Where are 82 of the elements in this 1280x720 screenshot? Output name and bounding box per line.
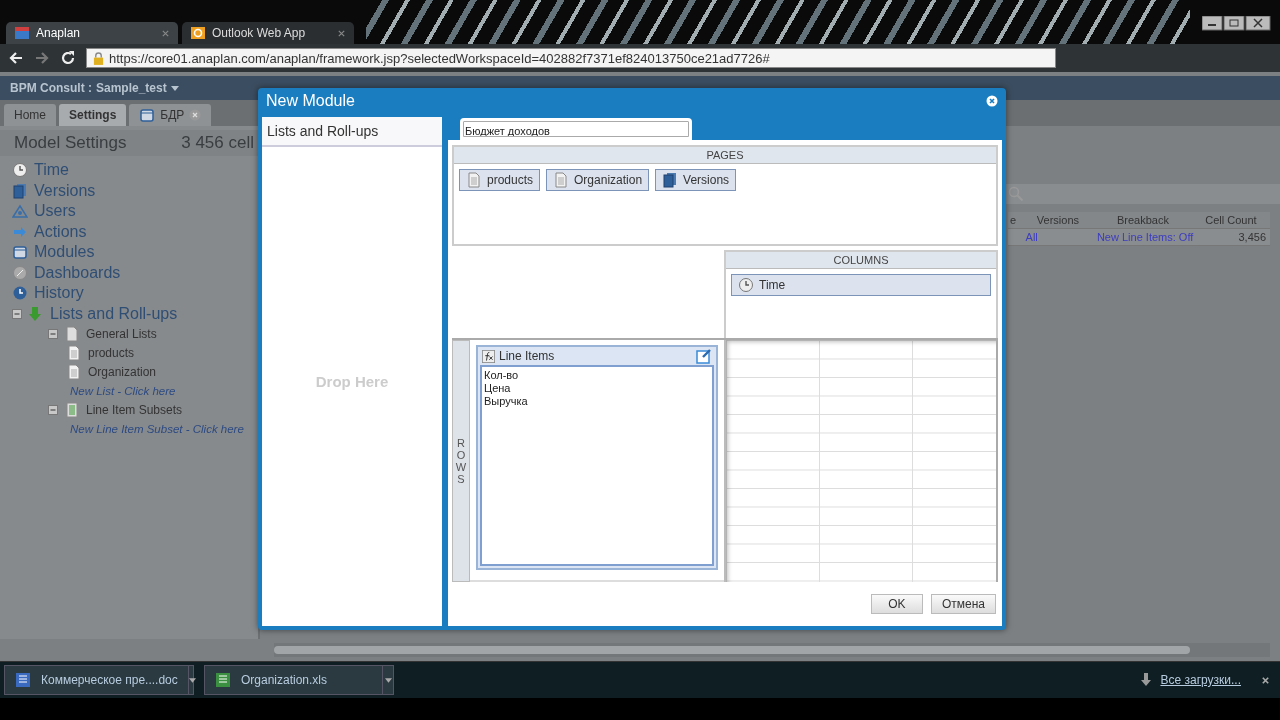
sheet-icon	[64, 401, 80, 418]
clock-icon	[738, 277, 754, 293]
cancel-button[interactable]: Отмена	[930, 594, 996, 614]
document-icon	[553, 172, 570, 188]
dimension-chip[interactable]: Versions	[655, 169, 737, 191]
line-item[interactable]: Кол-во	[484, 369, 519, 382]
formula-icon	[482, 349, 495, 363]
excel-file-icon	[215, 672, 231, 688]
tree-item[interactable]: products	[88, 345, 135, 360]
line-item[interactable]: Цена	[484, 382, 511, 395]
lock-icon	[93, 51, 104, 65]
browser-tab[interactable]: Anaplan	[6, 22, 178, 44]
tab[interactable]: БДР	[129, 104, 212, 126]
gauge-icon	[12, 264, 28, 281]
window-controls-icon[interactable]	[1202, 16, 1272, 32]
tree-item[interactable]: Dashboards	[34, 263, 121, 282]
cell-count: 3 456 cell	[181, 133, 254, 153]
panel-title: Line Items	[499, 349, 555, 363]
document-icon	[66, 344, 82, 361]
download-item[interactable]: Organization.xls	[204, 665, 394, 695]
all-downloads-link[interactable]: Все загрузки...	[1160, 673, 1241, 687]
tab[interactable]: Settings	[59, 104, 127, 126]
model-selector[interactable]: Sample_test	[96, 81, 167, 95]
section-header: PAGES	[454, 147, 996, 164]
column-header: e	[1009, 214, 1018, 226]
tree-item[interactable]: Organization	[88, 364, 157, 379]
panel-title: Model Settings	[14, 133, 127, 153]
column-header: Breakback	[1115, 214, 1170, 226]
section-header: ROWS	[452, 340, 470, 582]
dimension-chip[interactable]: Organization	[546, 169, 650, 191]
module-icon	[12, 244, 28, 261]
column-header: Versions	[1035, 214, 1080, 226]
caret-icon[interactable]	[384, 677, 392, 683]
table-cell-text: 3,456	[1237, 231, 1267, 243]
close-icon[interactable]	[337, 28, 346, 38]
dimension-chip[interactable]: Time	[731, 274, 991, 296]
tree-item[interactable]: Actions	[34, 222, 87, 241]
mail-icon	[190, 25, 206, 41]
dimension-chip[interactable]: products	[459, 169, 541, 191]
edit-icon[interactable]	[696, 348, 712, 364]
forward-icon[interactable]	[34, 50, 50, 66]
scrollbar[interactable]	[274, 643, 1270, 657]
tree-item[interactable]: Versions	[34, 181, 96, 200]
collapse-icon[interactable]	[48, 328, 58, 339]
tree-item[interactable]: Users	[34, 202, 76, 221]
close-icon[interactable]	[986, 95, 998, 107]
tree-item[interactable]: Line Item Subsets	[86, 402, 183, 417]
line-item[interactable]: Выручка	[484, 395, 528, 408]
caret-icon[interactable]	[170, 85, 179, 91]
tree-item[interactable]: Lists and Roll-ups	[50, 304, 178, 323]
collapse-icon[interactable]	[12, 308, 22, 319]
history-icon	[12, 285, 28, 302]
panel-header[interactable]: Lists and Roll-ups	[262, 117, 442, 147]
down-arrow-icon	[28, 305, 44, 322]
download-item[interactable]: Коммерческое пре....doc	[4, 665, 194, 695]
tab[interactable]: Home	[4, 104, 56, 126]
browser-tab[interactable]: Outlook Web App	[182, 22, 354, 44]
section-header: COLUMNS	[726, 252, 996, 269]
reload-icon[interactable]	[60, 50, 76, 66]
caret-icon[interactable]	[188, 677, 196, 683]
tree-item[interactable]: General Lists	[86, 326, 157, 341]
app-logo-icon	[14, 25, 30, 41]
document-icon	[466, 172, 482, 188]
module-name-field[interactable]: Бюджет доходов	[460, 118, 692, 140]
clock-icon	[12, 162, 28, 179]
column-header: Cell Count	[1204, 214, 1258, 226]
module-icon	[139, 107, 156, 123]
dialog-title: New Module	[266, 92, 355, 110]
address-bar[interactable]: https://core01.anaplan.com/anaplan/framework.jsp?selectedWorkspaceId=402882f7371ef824013750ce21ad7726#	[86, 48, 1056, 68]
users-icon	[12, 203, 28, 220]
workspace-label: BPM Consult :	[10, 81, 92, 95]
new-item-link[interactable]: New Line Item Subset - Click here	[66, 422, 244, 435]
close-icon[interactable]	[1261, 675, 1270, 685]
word-file-icon	[15, 672, 31, 688]
stack-icon	[662, 172, 679, 188]
new-item-link[interactable]: New List - Click here	[66, 384, 176, 397]
document-icon	[64, 325, 80, 342]
document-icon	[66, 363, 82, 380]
stack-icon	[12, 182, 28, 199]
collapse-icon[interactable]	[48, 404, 58, 415]
ok-button[interactable]: OK	[870, 594, 923, 614]
back-icon[interactable]	[8, 50, 24, 66]
